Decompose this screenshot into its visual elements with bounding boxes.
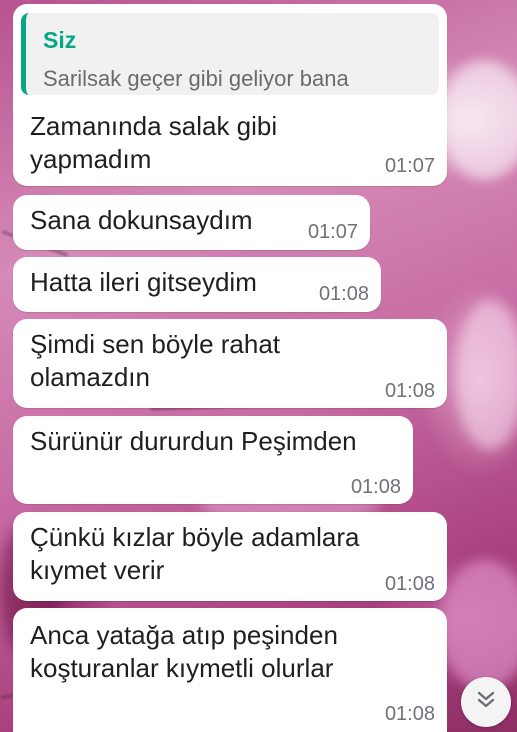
double-chevron-down-icon	[475, 689, 497, 716]
message-text: Sürünür dururdun Peşimden	[30, 426, 357, 456]
message-text: Şimdi sen böyle rahat olamazdın	[30, 329, 281, 392]
message-time: 01:08	[350, 476, 401, 498]
message-bubble[interactable]: Çünkü kızlar böyle adamlara kıymet verir…	[13, 512, 447, 601]
message-time: 01:08	[384, 573, 435, 595]
message-text: Zamanında salak gibi yapmadım	[30, 111, 278, 174]
message-bubble[interactable]: Anca yatağa atıp peşinden koşturanlar kı…	[13, 608, 447, 732]
message-bubble[interactable]: Sana dokunsaydım 01:07	[13, 195, 370, 250]
message-bubble[interactable]: Şimdi sen böyle rahat olamazdın 01:08	[13, 319, 447, 408]
message-time: 01:07	[384, 155, 435, 177]
message-text: Çünkü kızlar böyle adamlara kıymet verir	[30, 522, 360, 585]
message-text: Hatta ileri gitseydim	[30, 267, 257, 297]
message-text: Anca yatağa atıp peşinden koşturanlar kı…	[30, 620, 338, 683]
quote-text: Sarilsak geçer gibi geliyor bana	[43, 66, 349, 91]
message-time: 01:07	[307, 221, 358, 243]
message-bubble[interactable]: Sürünür dururdun Peşimden 01:08	[13, 416, 413, 504]
quote-author: Siz	[43, 27, 77, 53]
scroll-to-bottom-button[interactable]	[461, 677, 511, 727]
message-time: 01:08	[384, 380, 435, 402]
message-bubble[interactable]: Hatta ileri gitseydim 01:08	[13, 257, 381, 312]
message-time: 01:08	[318, 283, 369, 305]
message-text: Sana dokunsaydım	[30, 205, 253, 235]
message-time: 01:08	[384, 703, 435, 725]
reply-quote[interactable]: Siz Sarilsak geçer gibi geliyor bana	[21, 13, 439, 95]
message-bubble[interactable]: Siz Sarilsak geçer gibi geliyor bana Zam…	[13, 4, 447, 186]
